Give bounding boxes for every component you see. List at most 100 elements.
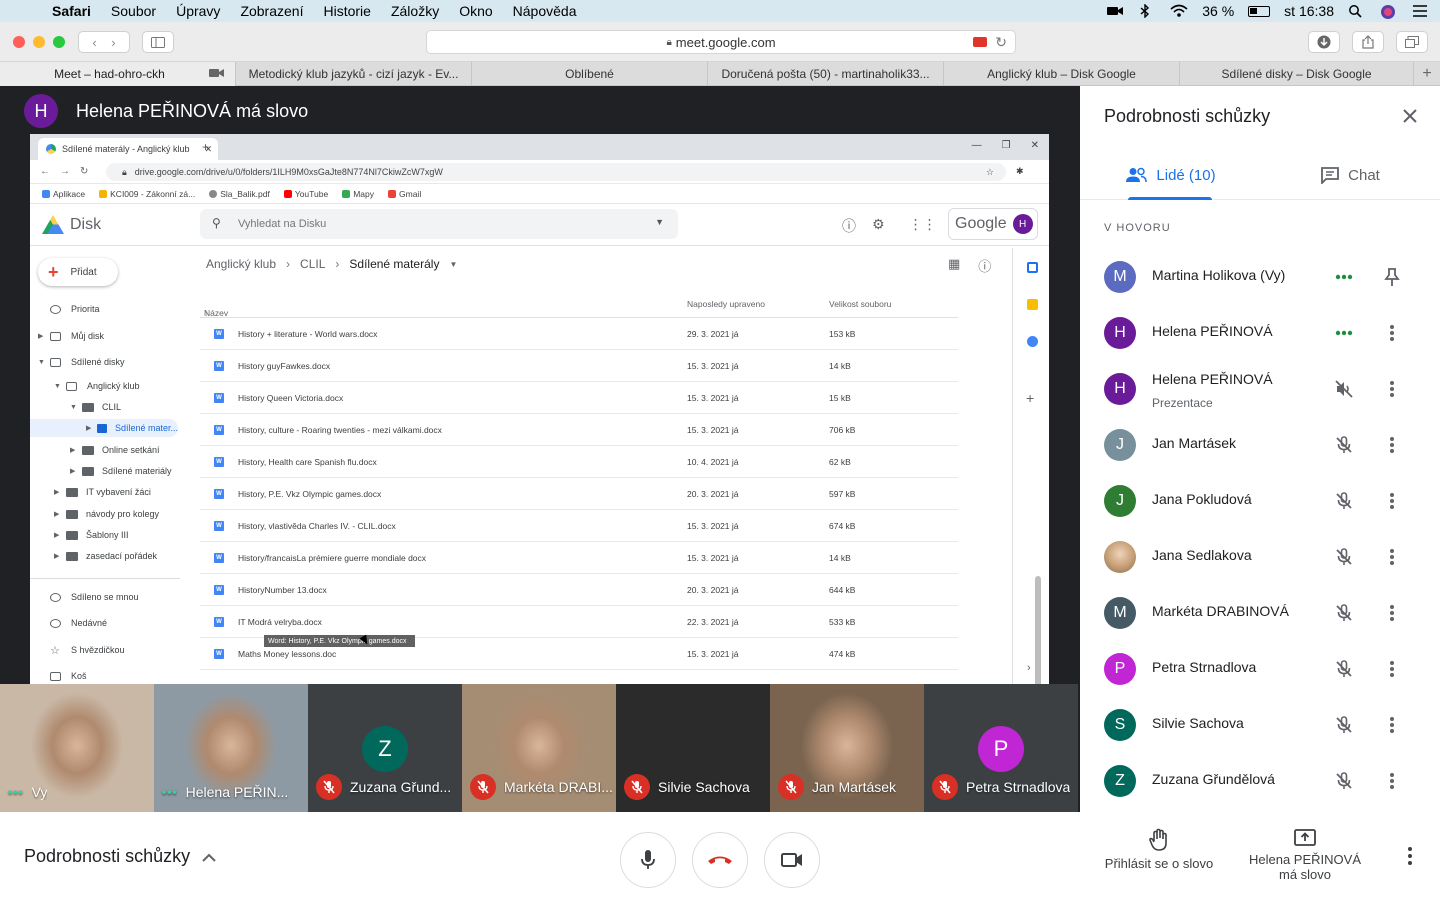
recording-camera-icon[interactable] [973, 37, 987, 47]
mic-off-icon[interactable] [1332, 713, 1356, 737]
shared-screen[interactable]: Sdílené materály - Anglický klub ✕ + — ❐… [30, 134, 1049, 684]
drive-sidebar-divider [30, 578, 180, 579]
address-bar[interactable]: 🔒︎ meet.google.com ↻ [426, 30, 1016, 54]
expand-icon: ▶ [54, 511, 60, 518]
participant-label: Petra Strnadlova [932, 774, 1070, 800]
tab-sdilene-disky[interactable]: Sdílené disky – Disk Google [1180, 62, 1414, 86]
participant-avatar: S [1104, 709, 1136, 741]
more-options-icon[interactable] [1380, 713, 1404, 737]
participant-name: Jan Martásek [1152, 435, 1237, 451]
more-options-icon[interactable] [1380, 545, 1404, 569]
more-options-icon[interactable] [1380, 601, 1404, 625]
tab-chat[interactable]: Chat [1260, 150, 1440, 200]
word-doc-icon: W [214, 649, 224, 659]
participant-tile[interactable]: Z Zuzana Gřund... [308, 684, 462, 812]
participant-tile[interactable]: Markéta DRABI... [462, 684, 616, 812]
more-options-icon[interactable] [1380, 377, 1404, 401]
file-name: History + literature - World wars.docx [238, 329, 378, 339]
mic-off-icon[interactable] [1332, 433, 1356, 457]
speaking-indicator-icon: ••• [8, 785, 24, 799]
tab-dorucena-posta[interactable]: Doručená pošta (50) - martinaholik33... [708, 62, 944, 86]
panel-close-button[interactable] [1398, 104, 1422, 128]
shared-extensions-icon: ✱ [1016, 166, 1024, 176]
tab-oblibene[interactable]: Oblíbené [472, 62, 708, 86]
participant-row[interactable]: P Petra Strnadlova [1080, 641, 1440, 697]
drive-sidebar: + Přidat Priorita ▶ Můj disk ▼ Sdílené dis… [30, 248, 200, 684]
wifi-icon[interactable] [1170, 4, 1188, 18]
file-size: 14 kB [829, 553, 851, 563]
back-forward-buttons[interactable]: ‹ › [78, 31, 130, 53]
bluetooth-icon[interactable] [1138, 3, 1156, 19]
menu-clock[interactable]: st 16:38 [1284, 3, 1334, 19]
more-options-icon[interactable] [1380, 489, 1404, 513]
mic-off-icon[interactable] [1332, 657, 1356, 681]
sidebar-toggle-button[interactable] [142, 31, 174, 53]
spotlight-search-icon[interactable] [1348, 4, 1366, 18]
window-close-button[interactable] [13, 36, 25, 48]
raise-hand-button[interactable]: Přihlásit se o slovo [1098, 828, 1220, 871]
downloads-button[interactable] [1308, 31, 1340, 53]
camera-status-icon[interactable] [1106, 4, 1124, 18]
share-button[interactable] [1352, 31, 1384, 53]
participant-tile[interactable]: Jan Martásek [770, 684, 924, 812]
mic-off-icon[interactable] [1332, 489, 1356, 513]
tab-anglicky-klub[interactable]: Anglický klub – Disk Google [944, 62, 1180, 86]
tab-people[interactable]: Lidé (10) [1080, 150, 1260, 200]
more-options-icon[interactable] [1380, 321, 1404, 345]
menu-historie[interactable]: Historie [323, 3, 370, 19]
participant-row[interactable]: M Markéta DRABINOVÁ [1080, 585, 1440, 641]
menu-napoveda[interactable]: Nápověda [513, 3, 577, 19]
menu-app-safari[interactable]: Safari [52, 3, 91, 19]
microphone-button[interactable] [620, 832, 676, 888]
mic-off-icon[interactable] [1332, 769, 1356, 793]
siri-icon[interactable] [1380, 4, 1398, 19]
participant-row[interactable]: Z Zuzana Gřundělová [1080, 753, 1440, 809]
back-icon[interactable]: ‹ [92, 35, 96, 50]
presenter-avatar: H [24, 94, 58, 128]
tab-people-label: Lidé (10) [1156, 166, 1216, 184]
participant-row[interactable]: S Silvie Sachova [1080, 697, 1440, 753]
more-options-icon[interactable] [1380, 657, 1404, 681]
forward-icon[interactable]: › [111, 35, 115, 50]
window-minimize-button[interactable] [33, 36, 45, 48]
notification-center-icon[interactable] [1412, 4, 1430, 18]
menu-zalozky[interactable]: Záložky [391, 3, 439, 19]
trash-icon [50, 671, 61, 681]
participant-tile[interactable]: ••• Helena PEŘIN... [154, 684, 308, 812]
participant-row[interactable]: J Jana Pokludová [1080, 473, 1440, 529]
participant-row[interactable]: H Helena PEŘINOVÁ Prezentace [1080, 361, 1440, 417]
reload-icon[interactable]: ↻ [995, 34, 1007, 51]
more-options-icon[interactable] [1380, 769, 1404, 793]
menu-upravy[interactable]: Úpravy [176, 3, 220, 19]
meeting-details-toggle[interactable]: Podrobnosti schůzky [24, 846, 216, 867]
participant-tile[interactable]: ••• Vy [0, 684, 154, 812]
new-tab-button[interactable]: + [1414, 62, 1440, 85]
window-zoom-button[interactable] [53, 36, 65, 48]
participant-row[interactable]: H Helena PEŘINOVÁ [1080, 305, 1440, 361]
participant-tile[interactable]: Silvie Sachova [616, 684, 770, 812]
battery-icon[interactable] [1248, 5, 1271, 17]
tab-metodicky-klub[interactable]: Metodický klub jazyků - cizí jazyk - Ev.… [236, 62, 472, 86]
participant-tile[interactable]: P Petra Strnadlova [924, 684, 1078, 812]
mic-off-icon[interactable] [1332, 545, 1356, 569]
file-name: IT Modrá velryba.docx [238, 617, 322, 627]
menu-zobrazeni[interactable]: Zobrazení [240, 3, 303, 19]
tab-overview-button[interactable] [1396, 31, 1428, 53]
camera-button[interactable] [764, 832, 820, 888]
participant-row[interactable]: Jana Sedlakova [1080, 529, 1440, 585]
folder-icon [82, 466, 94, 476]
more-options-icon[interactable] [1380, 433, 1404, 457]
menu-soubor[interactable]: Soubor [111, 3, 156, 19]
pin-icon[interactable] [1380, 265, 1404, 289]
microphone-icon [641, 850, 655, 869]
more-options-button[interactable] [1398, 844, 1422, 868]
presenting-button[interactable]: Helena PEŘINOVÁ má slovo [1240, 828, 1370, 882]
mic-off-icon [316, 774, 342, 800]
participant-row[interactable]: J Jan Martásek [1080, 417, 1440, 473]
menu-okno[interactable]: Okno [459, 3, 492, 19]
mic-off-icon[interactable] [1332, 601, 1356, 625]
participant-row[interactable]: M Martina Holikova (Vy) [1080, 249, 1440, 305]
tab-meet[interactable]: Meet – had-ohro-ckh [0, 62, 236, 86]
participant-avatar: Z [1104, 765, 1136, 797]
leave-call-button[interactable] [692, 832, 748, 888]
